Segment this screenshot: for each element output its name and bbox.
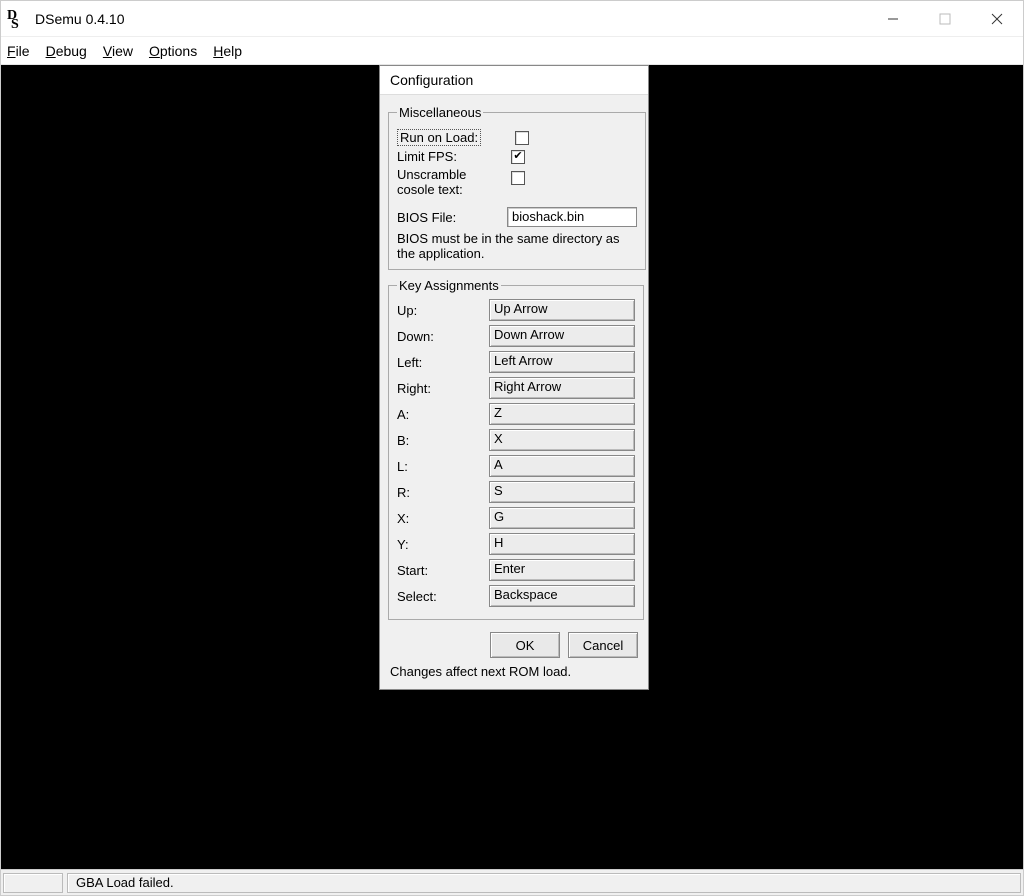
status-message: GBA Load failed. [67, 873, 1021, 893]
window-title: DSemu 0.4.10 [35, 11, 125, 27]
statusbar: GBA Load failed. [1, 869, 1023, 895]
key-row: Select:Backspace [397, 585, 635, 607]
misc-group: Miscellaneous Run on Load: Limit FPS: ✔ … [388, 105, 646, 270]
app-icon: DS [7, 8, 29, 30]
limit-fps-checkbox[interactable]: ✔ [511, 150, 525, 164]
key-field[interactable]: S [489, 481, 635, 503]
key-label: R: [397, 485, 489, 500]
configuration-dialog: Configuration Miscellaneous Run on Load:… [379, 65, 649, 690]
run-on-load-label: Run on Load: [397, 129, 481, 146]
key-field[interactable]: Z [489, 403, 635, 425]
key-label: Select: [397, 589, 489, 604]
key-field[interactable]: Right Arrow [489, 377, 635, 399]
unscramble-checkbox[interactable] [511, 171, 525, 185]
status-cell-1 [3, 873, 63, 893]
key-field[interactable]: G [489, 507, 635, 529]
key-label: Right: [397, 381, 489, 396]
key-row: B:X [397, 429, 635, 451]
dialog-footer-note: Changes affect next ROM load. [388, 664, 640, 681]
run-on-load-checkbox[interactable] [515, 131, 529, 145]
key-field[interactable]: Left Arrow [489, 351, 635, 373]
key-label: Down: [397, 329, 489, 344]
main-window: DS DSemu 0.4.10 File Debug View Options … [0, 0, 1024, 896]
menu-debug[interactable]: Debug [46, 43, 87, 59]
minimize-button[interactable] [867, 1, 919, 37]
limit-fps-label: Limit FPS: [397, 149, 489, 164]
key-field[interactable]: Backspace [489, 585, 635, 607]
key-label: Start: [397, 563, 489, 578]
titlebar: DS DSemu 0.4.10 [1, 1, 1023, 37]
key-row: X:G [397, 507, 635, 529]
menubar: File Debug View Options Help [1, 37, 1023, 65]
window-controls [867, 1, 1023, 37]
dialog-title: Configuration [380, 66, 648, 95]
dialog-buttons: OK Cancel [388, 632, 638, 658]
key-label: A: [397, 407, 489, 422]
key-label: Up: [397, 303, 489, 318]
cancel-button[interactable]: Cancel [568, 632, 638, 658]
menu-help[interactable]: Help [213, 43, 242, 59]
key-label: B: [397, 433, 489, 448]
key-row: Up:Up Arrow [397, 299, 635, 321]
key-field[interactable]: H [489, 533, 635, 555]
key-row: Start:Enter [397, 559, 635, 581]
maximize-button[interactable] [919, 1, 971, 37]
menu-file[interactable]: File [7, 43, 30, 59]
key-field[interactable]: Down Arrow [489, 325, 635, 347]
ok-button[interactable]: OK [490, 632, 560, 658]
close-button[interactable] [971, 1, 1023, 37]
key-label: Y: [397, 537, 489, 552]
key-label: Left: [397, 355, 489, 370]
keys-group: Key Assignments Up:Up ArrowDown:Down Arr… [388, 278, 644, 620]
misc-legend: Miscellaneous [397, 105, 483, 120]
key-row: Left:Left Arrow [397, 351, 635, 373]
menu-options[interactable]: Options [149, 43, 197, 59]
key-row: L:A [397, 455, 635, 477]
key-label: X: [397, 511, 489, 526]
bios-note: BIOS must be in the same directory as th… [397, 231, 637, 261]
key-row: Right:Right Arrow [397, 377, 635, 399]
bios-file-input[interactable]: bioshack.bin [507, 207, 637, 227]
key-row: R:S [397, 481, 635, 503]
dialog-body: Miscellaneous Run on Load: Limit FPS: ✔ … [380, 95, 648, 689]
menu-view[interactable]: View [103, 43, 133, 59]
bios-label: BIOS File: [397, 210, 489, 225]
unscramble-label: Unscramble cosole text: [397, 167, 487, 197]
key-row: Y:H [397, 533, 635, 555]
key-field[interactable]: X [489, 429, 635, 451]
keys-legend: Key Assignments [397, 278, 501, 293]
key-label: L: [397, 459, 489, 474]
key-field[interactable]: Enter [489, 559, 635, 581]
key-field[interactable]: Up Arrow [489, 299, 635, 321]
key-field[interactable]: A [489, 455, 635, 477]
key-row: Down:Down Arrow [397, 325, 635, 347]
key-row: A:Z [397, 403, 635, 425]
client-area: Configuration Miscellaneous Run on Load:… [1, 65, 1023, 869]
